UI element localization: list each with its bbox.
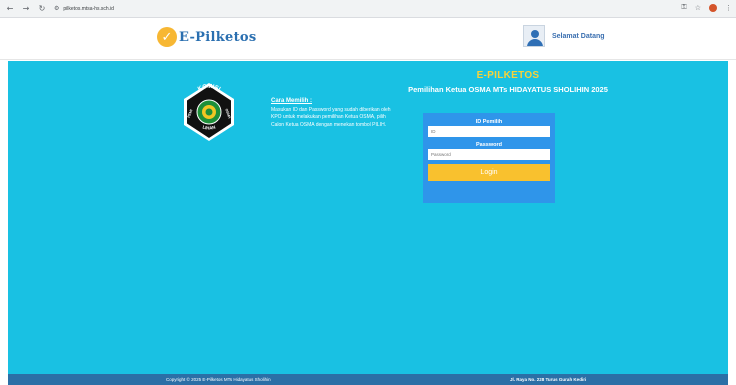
site-info-icon[interactable]: ⚙ bbox=[54, 5, 59, 12]
key-icon[interactable]: ⚿ bbox=[681, 3, 686, 12]
address-text: Jl. Raya No. 228 Turus Gurah Kediri bbox=[510, 377, 587, 382]
voter-id-input[interactable] bbox=[428, 126, 550, 137]
profile-avatar-icon[interactable] bbox=[709, 3, 717, 12]
logo-text: E-Pilketos bbox=[179, 29, 257, 45]
welcome-text: Selamat Datang bbox=[552, 32, 605, 40]
election-title: Pemilihan Ketua OSMA MTs HIDAYATUS SHOLI… bbox=[408, 85, 608, 94]
check-badge-icon: ✓ bbox=[157, 27, 177, 47]
password-input[interactable] bbox=[428, 149, 550, 160]
arrow-right-icon[interactable]: → bbox=[20, 3, 32, 15]
app-name-heading: E-PILKETOS bbox=[476, 70, 540, 81]
id-label: ID Pemilih bbox=[475, 119, 503, 125]
voting-instructions: Cara Memilih : Masukan ID dan Password y… bbox=[271, 98, 391, 129]
footer: Copyright © 2025 E-Pilketos MTs Hidayatu… bbox=[8, 374, 728, 385]
menu-dots-icon[interactable]: ⋮ bbox=[725, 4, 732, 12]
login-button[interactable]: Login bbox=[428, 164, 550, 181]
url-text: pilketos.mtsa-hs.sch.id bbox=[63, 5, 114, 12]
arrow-left-icon[interactable]: ← bbox=[4, 3, 16, 15]
copyright-text: Copyright © 2025 E-Pilketos MTs Hidayatu… bbox=[166, 377, 271, 382]
main-content: KOMISI LIHAN PEMI OSMA Cara Memilih : Ma… bbox=[8, 61, 728, 374]
user-avatar-icon bbox=[523, 25, 545, 47]
instructions-text: Masukan ID dan Password yang sudah diber… bbox=[271, 106, 391, 128]
password-label: Password bbox=[476, 142, 502, 148]
komisi-pemilihan-osma-emblem: KOMISI LIHAN PEMI OSMA bbox=[184, 83, 234, 141]
login-form: ID Pemilih Password Login bbox=[423, 113, 555, 203]
reload-icon[interactable]: ↻ bbox=[36, 3, 48, 15]
star-icon[interactable]: ☆ bbox=[695, 4, 701, 12]
address-bar[interactable]: ⚙ pilketos.mtsa-hs.sch.id bbox=[54, 3, 114, 14]
site-logo[interactable]: ✓ E-Pilketos bbox=[157, 27, 256, 47]
instructions-title: Cara Memilih : bbox=[271, 98, 313, 104]
site-header: ✓ E-Pilketos Selamat Datang bbox=[0, 18, 736, 60]
user-area: Selamat Datang bbox=[523, 25, 605, 47]
browser-toolbar: ← → ↻ ⚙ pilketos.mtsa-hs.sch.id ⚿ ☆ ⋮ bbox=[0, 0, 736, 18]
